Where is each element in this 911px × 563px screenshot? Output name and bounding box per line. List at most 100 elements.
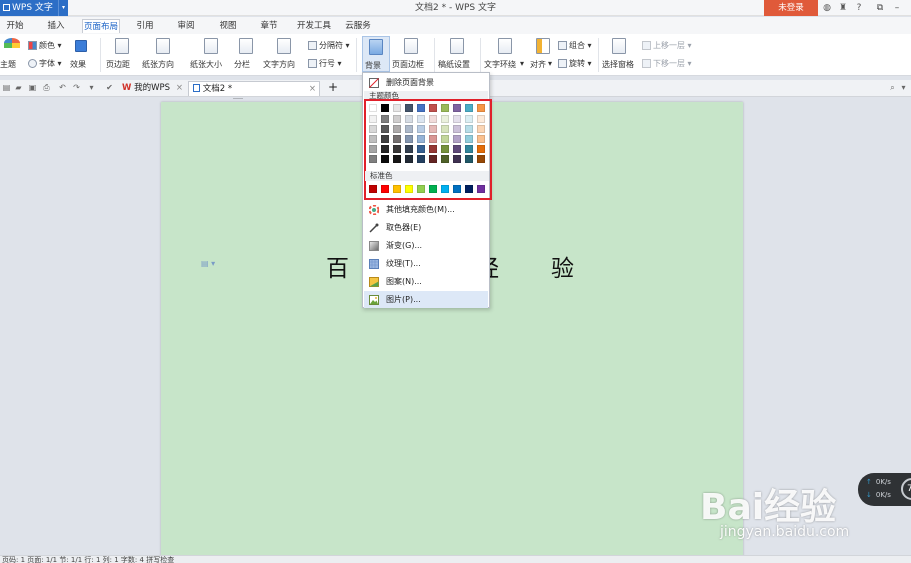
colors-button[interactable]: 颜色 ▾ bbox=[28, 40, 62, 51]
standard-color-swatch[interactable] bbox=[429, 185, 437, 193]
tab-my-wps[interactable]: W 我的WPS × bbox=[118, 81, 186, 96]
theme-color-swatch[interactable] bbox=[417, 115, 425, 123]
theme-color-swatch[interactable] bbox=[405, 145, 413, 153]
theme-color-swatch[interactable] bbox=[453, 115, 461, 123]
picture-item[interactable]: 图片(P)... bbox=[364, 291, 488, 308]
theme-color-swatch[interactable] bbox=[429, 104, 437, 112]
shirt-icon[interactable]: ♜ bbox=[836, 2, 850, 14]
tab-view[interactable]: 视图 bbox=[215, 19, 241, 33]
selection-pane-button[interactable]: 选择窗格 bbox=[602, 36, 638, 72]
standard-color-swatch[interactable] bbox=[369, 185, 377, 193]
theme-color-swatch[interactable] bbox=[381, 145, 389, 153]
more-fill-colors-item[interactable]: 其他填充颜色(M)... bbox=[364, 201, 488, 218]
theme-color-swatch[interactable] bbox=[429, 135, 437, 143]
orientation-button[interactable]: 纸张方向 bbox=[142, 36, 186, 72]
theme-color-swatch[interactable] bbox=[441, 115, 449, 123]
close-tab-icon[interactable]: × bbox=[176, 81, 183, 96]
margins-button[interactable]: 页边距 bbox=[106, 36, 138, 72]
theme-button[interactable]: 主题 bbox=[0, 36, 22, 72]
tab-page-layout[interactable]: 页面布局 bbox=[82, 19, 120, 33]
standard-color-swatch[interactable] bbox=[441, 185, 449, 193]
theme-color-swatch[interactable] bbox=[393, 125, 401, 133]
text-direction-button[interactable]: 文字方向 bbox=[263, 36, 307, 72]
theme-color-swatch[interactable] bbox=[369, 125, 377, 133]
maximize-icon[interactable]: ⧉ bbox=[873, 0, 887, 16]
theme-color-swatch[interactable] bbox=[381, 115, 389, 123]
tab-insert[interactable]: 插入 bbox=[43, 19, 69, 33]
theme-color-swatch[interactable] bbox=[405, 125, 413, 133]
theme-color-swatch[interactable] bbox=[405, 135, 413, 143]
standard-color-swatch[interactable] bbox=[381, 185, 389, 193]
theme-color-swatch[interactable] bbox=[465, 125, 473, 133]
theme-color-swatch[interactable] bbox=[429, 145, 437, 153]
tab-home[interactable]: 开始 bbox=[3, 19, 27, 33]
open-icon[interactable]: ▰ bbox=[14, 83, 23, 92]
theme-color-swatch[interactable] bbox=[417, 135, 425, 143]
theme-color-swatch[interactable] bbox=[381, 104, 389, 112]
theme-color-swatch[interactable] bbox=[417, 125, 425, 133]
theme-color-swatch[interactable] bbox=[465, 115, 473, 123]
send-backward-button[interactable]: 下移一层 ▾ bbox=[642, 58, 692, 69]
help-icon[interactable]: ? bbox=[854, 2, 864, 14]
theme-color-swatch[interactable] bbox=[441, 104, 449, 112]
breaks-button[interactable]: 分隔符 ▾ bbox=[308, 40, 350, 51]
theme-color-swatch[interactable] bbox=[477, 135, 485, 143]
network-speed-widget[interactable]: ↑ 0K/s ↓ 0K/s 7 bbox=[858, 473, 911, 506]
paper-size-button[interactable]: 纸张大小 bbox=[190, 36, 234, 72]
paragraph-layout-icon[interactable]: ▤ ▾ bbox=[201, 259, 215, 268]
texture-item[interactable]: 纹理(T)... bbox=[364, 255, 488, 272]
tab-cloud[interactable]: 云服务 bbox=[343, 19, 373, 33]
theme-color-swatch[interactable] bbox=[405, 104, 413, 112]
theme-color-swatch[interactable] bbox=[465, 135, 473, 143]
fonts-button[interactable]: 字体 ▾ bbox=[28, 58, 62, 69]
theme-color-swatch[interactable] bbox=[381, 135, 389, 143]
search-icon[interactable]: ⌕ bbox=[888, 83, 897, 92]
theme-color-swatch[interactable] bbox=[417, 104, 425, 112]
standard-color-swatch[interactable] bbox=[477, 185, 485, 193]
eyedropper-item[interactable]: 取色器(E) bbox=[364, 219, 488, 236]
group-button[interactable]: 组合 ▾ bbox=[558, 40, 592, 51]
theme-color-swatch[interactable] bbox=[477, 125, 485, 133]
pin-icon[interactable]: ✔ bbox=[105, 83, 114, 92]
search-scope-icon[interactable]: ▾ bbox=[899, 83, 908, 92]
theme-color-swatch[interactable] bbox=[429, 125, 437, 133]
theme-color-swatch[interactable] bbox=[417, 145, 425, 153]
text-wrap-button[interactable]: 文字环绕 ▾ bbox=[484, 36, 528, 72]
standard-color-swatch[interactable] bbox=[417, 185, 425, 193]
theme-color-swatch[interactable] bbox=[465, 145, 473, 153]
print-icon[interactable]: ⎙ bbox=[42, 83, 51, 92]
theme-color-swatch[interactable] bbox=[441, 155, 449, 163]
theme-color-swatch[interactable] bbox=[381, 125, 389, 133]
theme-color-swatch[interactable] bbox=[477, 145, 485, 153]
wps-app-menu-button[interactable]: WPS 文字 ▾ bbox=[0, 0, 68, 16]
theme-color-swatch[interactable] bbox=[405, 115, 413, 123]
login-button[interactable]: 未登录 bbox=[764, 0, 818, 16]
app-menu-dropdown-icon[interactable]: ▾ bbox=[58, 0, 68, 16]
theme-color-swatch[interactable] bbox=[369, 104, 377, 112]
theme-color-swatch[interactable] bbox=[477, 104, 485, 112]
columns-button[interactable]: 分栏 bbox=[234, 36, 258, 72]
theme-color-swatch[interactable] bbox=[369, 145, 377, 153]
theme-color-swatch[interactable] bbox=[381, 155, 389, 163]
theme-color-swatch[interactable] bbox=[393, 104, 401, 112]
more-qa-icon[interactable]: ▾ bbox=[87, 83, 96, 92]
theme-color-swatch[interactable] bbox=[393, 135, 401, 143]
new-icon[interactable]: ▤ bbox=[2, 83, 11, 92]
gradient-item[interactable]: 渐变(G)... bbox=[364, 237, 488, 254]
theme-color-swatch[interactable] bbox=[477, 155, 485, 163]
theme-color-swatch[interactable] bbox=[393, 145, 401, 153]
theme-color-swatch[interactable] bbox=[393, 115, 401, 123]
new-tab-button[interactable]: + bbox=[324, 81, 338, 96]
theme-color-swatch[interactable] bbox=[393, 155, 401, 163]
skin-icon[interactable]: ◍ bbox=[822, 2, 832, 14]
redo-icon[interactable]: ↷ bbox=[72, 83, 81, 92]
background-button[interactable]: 背景 bbox=[362, 36, 390, 72]
minimize-icon[interactable]: – bbox=[890, 0, 904, 16]
theme-color-swatch[interactable] bbox=[453, 155, 461, 163]
theme-color-swatch[interactable] bbox=[465, 104, 473, 112]
effects-button[interactable]: 效果 bbox=[70, 36, 94, 72]
theme-color-swatch[interactable] bbox=[477, 115, 485, 123]
manuscript-button[interactable]: 稿纸设置 bbox=[438, 36, 476, 72]
bring-forward-button[interactable]: 上移一层 ▾ bbox=[642, 40, 692, 51]
theme-color-swatch[interactable] bbox=[441, 145, 449, 153]
